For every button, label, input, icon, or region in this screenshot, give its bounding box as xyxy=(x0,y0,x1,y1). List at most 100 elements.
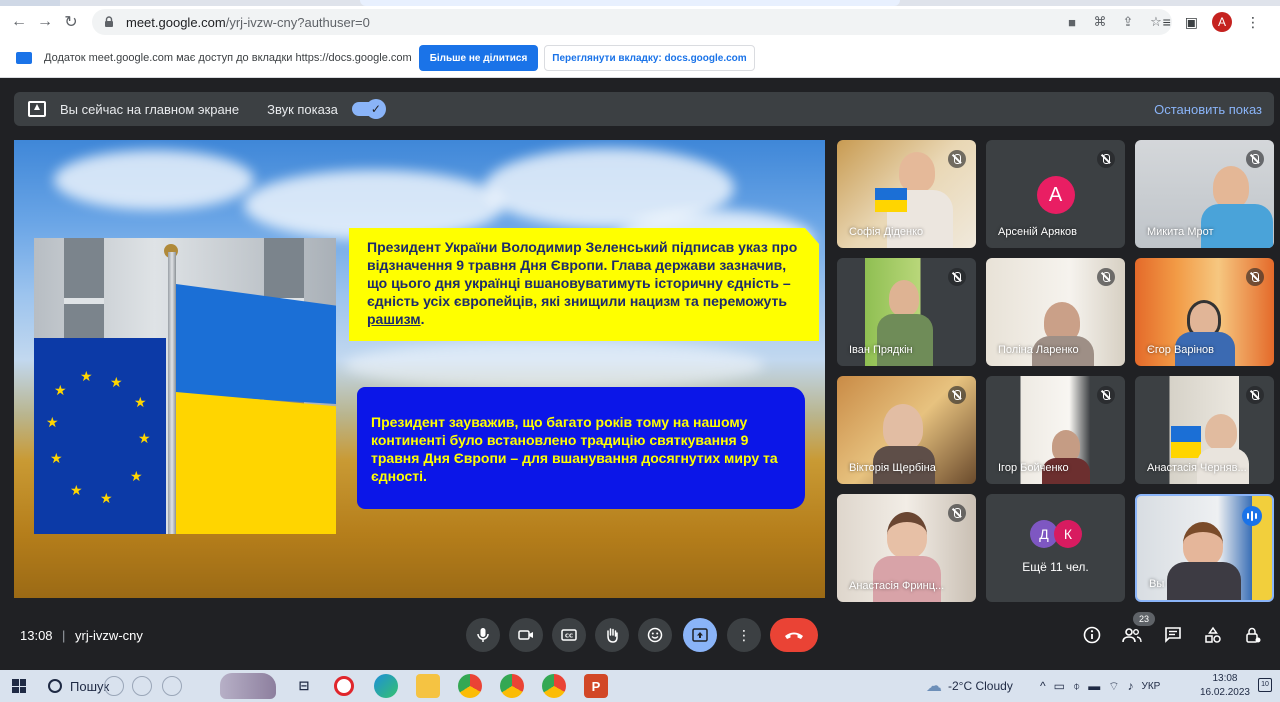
sharing-notice-text: Додаток meet.google.com має доступ до вк… xyxy=(44,51,412,64)
participant-face xyxy=(883,404,923,450)
presenting-status: Вы сейчас на главном экране xyxy=(60,101,240,117)
people-button[interactable] xyxy=(1120,623,1144,647)
eu-star: ★ xyxy=(46,414,59,430)
profile-avatar[interactable]: A xyxy=(1212,12,1232,32)
leave-call-button[interactable] xyxy=(770,618,818,652)
participant-face xyxy=(889,280,919,316)
presentation-sound-label: Звук показа xyxy=(267,101,338,117)
screen-share-icon xyxy=(16,51,32,64)
camera-button[interactable] xyxy=(509,618,543,652)
cloud-icon: ☁ xyxy=(926,678,942,695)
chrome-icon[interactable] xyxy=(458,674,482,698)
weather-widget[interactable]: ☁ -2°C Cloudy xyxy=(926,670,1013,702)
eu-star: ★ xyxy=(138,430,151,446)
microphone-button[interactable] xyxy=(466,618,500,652)
self-view-tile[interactable]: Вы xyxy=(1135,494,1274,602)
translate-icon[interactable]: ⌘ xyxy=(1092,14,1108,30)
ukraine-flag-yellow xyxy=(176,392,336,534)
clock-time: 13:08 xyxy=(1212,673,1238,684)
tray-display-icon[interactable]: ▭ xyxy=(1054,679,1065,693)
more-options-button[interactable]: ⋮ xyxy=(727,618,761,652)
lock-icon[interactable] xyxy=(102,15,116,29)
clock-date: 16.02.2023 xyxy=(1199,687,1250,698)
eu-star: ★ xyxy=(70,482,83,498)
battery-icon[interactable]: ▬ xyxy=(1088,679,1100,693)
participant-tile[interactable]: Анастасія Черняв... xyxy=(1135,376,1274,484)
check-icon: ✓ xyxy=(365,99,386,119)
search-ghost-icon xyxy=(132,676,152,696)
chat-button[interactable] xyxy=(1161,623,1185,647)
meeting-details-button[interactable] xyxy=(1080,623,1104,647)
tray-usb-icon[interactable]: ⌽ xyxy=(1073,679,1080,694)
forward-icon[interactable]: → xyxy=(32,9,58,35)
people-count-badge: 23 xyxy=(1133,612,1155,626)
activities-button[interactable] xyxy=(1201,623,1225,647)
chrome-profile-icon[interactable] xyxy=(500,674,524,698)
slide-blue-textbox: Президент зауважив, що багато років тому… xyxy=(357,387,805,509)
bookmark-star-icon[interactable]: ☆ xyxy=(1148,14,1164,30)
wifi-icon[interactable]: ⌔ xyxy=(1108,679,1119,694)
back-icon[interactable]: ← xyxy=(6,9,32,35)
host-controls-button[interactable] xyxy=(1241,623,1265,647)
participant-tile[interactable]: Єгор Варінов xyxy=(1135,258,1274,366)
presentation-sound-toggle[interactable]: ✓ xyxy=(351,99,386,119)
eu-star: ★ xyxy=(100,490,113,506)
tab-sharing-notice: Додаток meet.google.com має доступ до вк… xyxy=(0,38,1280,78)
opera-icon[interactable] xyxy=(334,676,354,696)
participant-tile[interactable]: Ігор Бойченко xyxy=(986,376,1125,484)
participant-tile[interactable]: Софія Діденко xyxy=(837,140,976,248)
hang-up-icon xyxy=(785,632,803,639)
participant-body xyxy=(877,314,933,366)
eu-star: ★ xyxy=(130,468,143,484)
participant-tile[interactable]: Іван Прядкін xyxy=(837,258,976,366)
powerpoint-icon[interactable]: P xyxy=(584,674,608,698)
address-bar[interactable]: meet.google.com/yrj-ivzw-cny?authuser=0 … xyxy=(92,9,1172,35)
participant-tile[interactable]: Анастасія Фринц... xyxy=(837,494,976,602)
participant-tile[interactable]: Поліна Ларенко xyxy=(986,258,1125,366)
tray-chevron-icon[interactable]: ^ xyxy=(1040,679,1046,693)
edge-icon[interactable] xyxy=(374,674,398,698)
flags-photo: ★ ★ ★ ★ ★ ★ ★ ★ ★ ★ xyxy=(34,238,336,534)
notifications-icon[interactable]: 10 xyxy=(1258,678,1272,692)
windows-start-icon[interactable] xyxy=(12,679,26,693)
volume-icon[interactable]: ♪ xyxy=(1127,679,1133,693)
input-language[interactable]: УКР xyxy=(1141,681,1160,692)
present-now-button[interactable] xyxy=(683,618,717,652)
media-control-icon[interactable]: ≡ xyxy=(1163,14,1171,30)
raise-hand-button[interactable] xyxy=(595,618,629,652)
participant-body xyxy=(1167,562,1241,600)
participant-tile[interactable]: Микита Мрот xyxy=(1135,140,1274,248)
side-panel-icon[interactable]: ▣ xyxy=(1185,14,1198,31)
eu-star: ★ xyxy=(50,450,63,466)
view-tab-button[interactable]: Переглянути вкладку: docs.google.com xyxy=(544,45,755,71)
participant-tile[interactable]: Вікторія Щербіна xyxy=(837,376,976,484)
reload-icon[interactable]: ↻ xyxy=(58,9,84,35)
taskbar-search[interactable]: Пошук xyxy=(40,674,210,698)
mic-off-icon xyxy=(1097,268,1115,286)
captions-button[interactable]: CC xyxy=(552,618,586,652)
people-icon xyxy=(1122,628,1142,643)
participant-name: Вікторія Щербіна xyxy=(849,462,936,474)
taskbar-clock[interactable]: 13:08 16.02.2023 xyxy=(1200,672,1250,700)
file-explorer-icon[interactable] xyxy=(416,674,440,698)
participant-name: Єгор Варінов xyxy=(1147,344,1215,356)
mic-off-icon xyxy=(1246,268,1264,286)
camera-icon[interactable]: ■ xyxy=(1064,15,1080,30)
stop-sharing-button[interactable]: Більше не ділитися xyxy=(419,45,538,71)
host-lock-icon xyxy=(1246,627,1261,643)
ukraine-flag-blue xyxy=(176,284,336,404)
search-highlight-hippo-icon[interactable] xyxy=(220,673,276,699)
more-participants-label: Ещё 11 чел. xyxy=(1022,560,1089,574)
chrome-profile-icon[interactable] xyxy=(542,674,566,698)
reactions-button[interactable] xyxy=(638,618,672,652)
task-view-icon[interactable]: ⊟ xyxy=(292,674,316,698)
stop-presenting-link[interactable]: Остановить показ xyxy=(1154,102,1262,117)
menu-dots-icon[interactable]: ⋮ xyxy=(1246,14,1260,31)
slide-yellow-textbox: Президент України Володимир Зеленський п… xyxy=(349,228,819,341)
system-tray: ^ ▭ ⌽ ▬ ⌔ ♪ УКР xyxy=(1040,670,1160,702)
participant-tile[interactable]: А Арсеній Аряков xyxy=(986,140,1125,248)
share-icon[interactable]: ⇪ xyxy=(1120,14,1136,30)
participant-face xyxy=(1213,166,1249,208)
presenting-bar: Вы сейчас на главном экране Звук показа … xyxy=(14,92,1274,126)
more-participants-tile[interactable]: Д К Ещё 11 чел. xyxy=(986,494,1125,602)
